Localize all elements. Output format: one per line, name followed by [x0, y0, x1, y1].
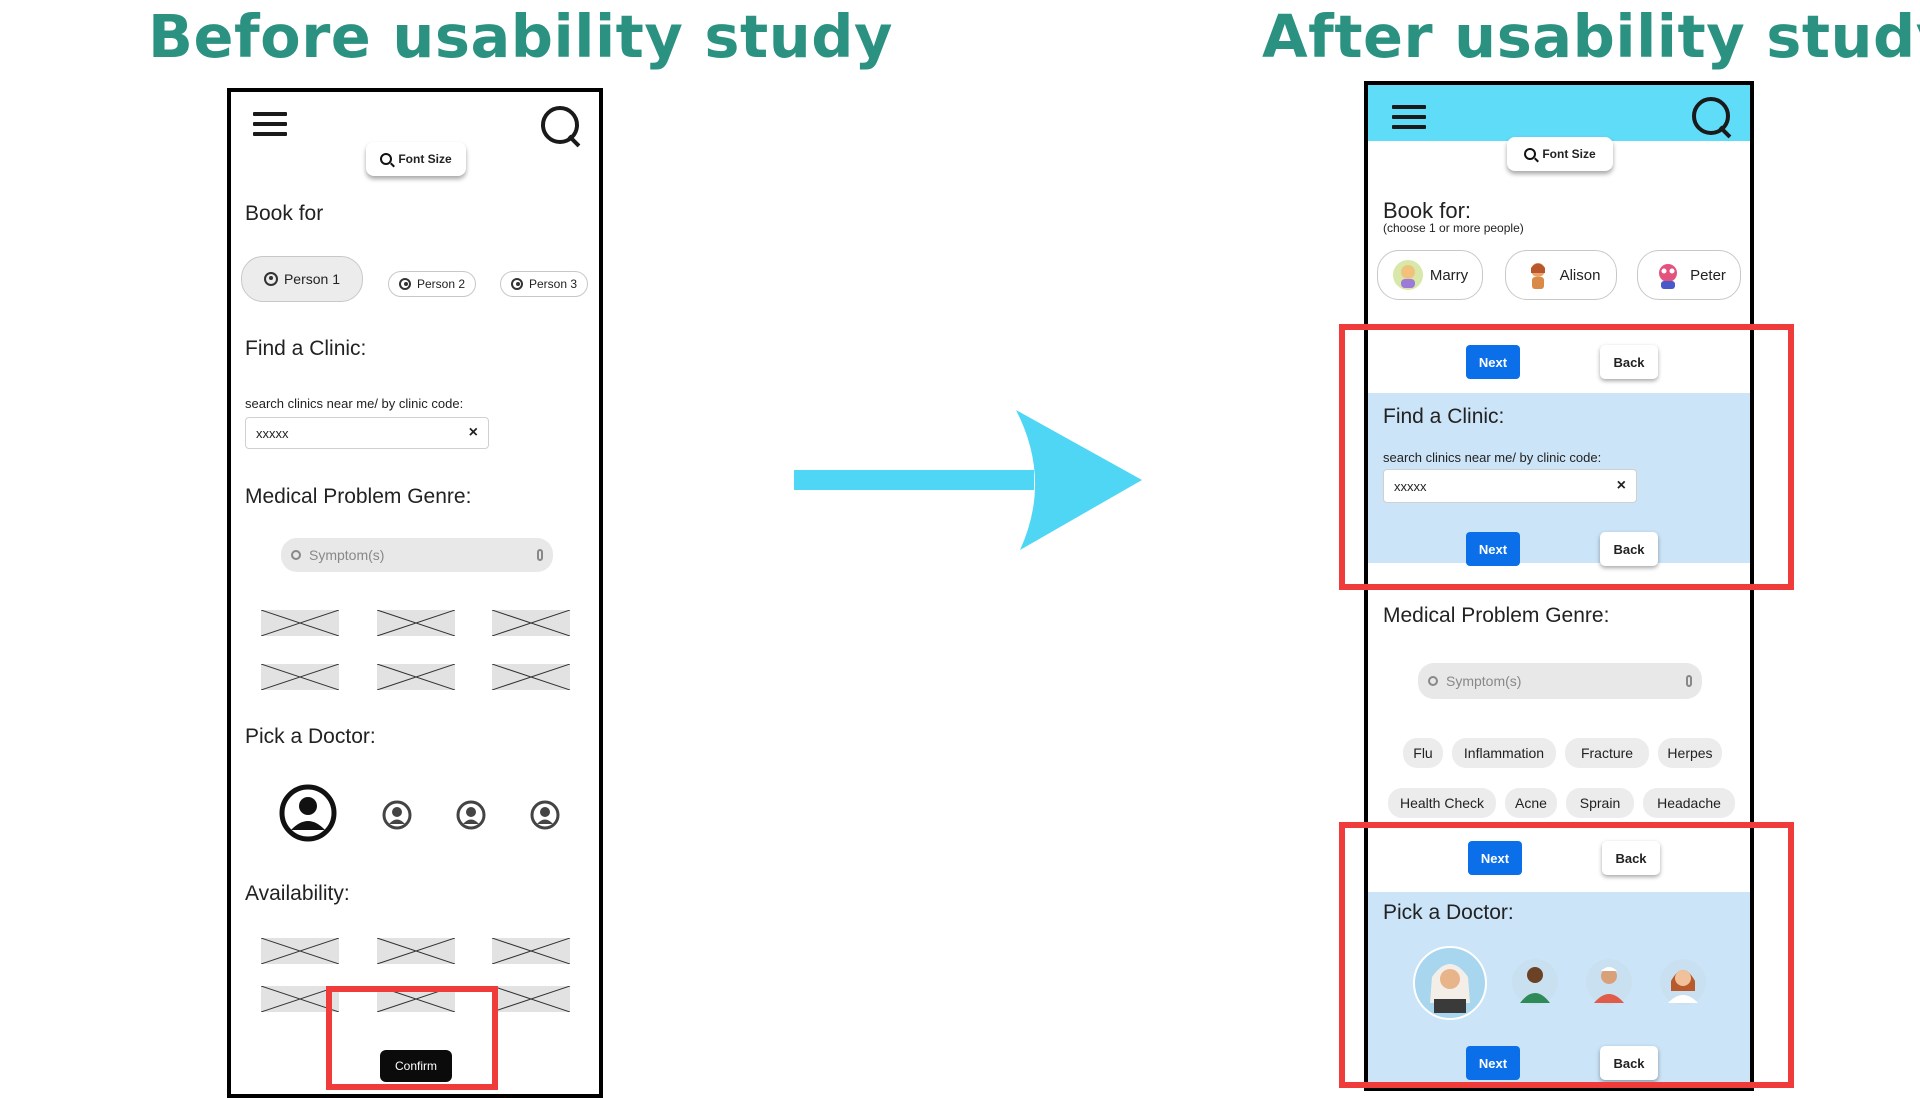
person-3-pill[interactable]: Person 3	[500, 271, 588, 297]
image-placeholder-icon	[492, 664, 570, 690]
marry-avatar	[1392, 260, 1423, 290]
alison-avatar	[1530, 263, 1545, 289]
hamburger-menu-icon[interactable]	[1392, 105, 1426, 129]
image-placeholder-icon	[261, 664, 339, 690]
person-alison-pill[interactable]: Alison	[1505, 250, 1617, 300]
doctor-4-user-icon[interactable]	[530, 800, 560, 830]
clinic-search-label: search clinics near me/ by clinic code:	[245, 396, 464, 411]
mic-icon[interactable]	[537, 549, 543, 561]
doctor-2-user-icon[interactable]	[382, 800, 412, 830]
person-2-pill[interactable]: Person 2	[388, 271, 476, 297]
availability-title: Availability:	[245, 882, 350, 905]
user-icon	[263, 272, 278, 286]
user-icon	[510, 278, 523, 290]
genre-chip-fracture[interactable]: Fracture	[1565, 738, 1649, 768]
font-size-label: Font Size	[1542, 147, 1596, 161]
clinic-search-input[interactable]: xxxxx ×	[245, 417, 489, 449]
image-placeholder-icon	[492, 938, 570, 964]
doctor-section-highlight-box	[1339, 822, 1794, 1088]
person-alison-label: Alison	[1559, 266, 1601, 284]
image-placeholder-icon	[492, 610, 570, 636]
doctor-3-user-icon[interactable]	[456, 800, 486, 830]
clear-icon[interactable]: ×	[469, 424, 478, 442]
symptom-search-input[interactable]: Symptom(s)	[1418, 663, 1702, 699]
person-1-label: Person 1	[283, 271, 341, 287]
confirm-highlight-box	[326, 986, 498, 1090]
person-peter-label: Peter	[1690, 266, 1726, 284]
genre-chip-health-check[interactable]: Health Check	[1388, 788, 1496, 818]
image-placeholder-icon	[377, 610, 455, 636]
font-size-button[interactable]: Font Size	[366, 142, 466, 176]
before-heading: Before usability study	[148, 2, 893, 71]
zoom-icon	[1524, 148, 1537, 160]
person-2-label: Person 2	[416, 277, 466, 291]
symptom-placeholder: Symptom(s)	[309, 547, 385, 563]
medical-genre-title: Medical Problem Genre:	[245, 485, 472, 508]
font-size-button[interactable]: Font Size	[1507, 137, 1613, 171]
symptom-placeholder: Symptom(s)	[1446, 673, 1522, 689]
book-for-title: Book for	[245, 202, 324, 225]
peter-avatar	[1659, 264, 1678, 289]
person-3-label: Person 3	[528, 277, 578, 291]
person-1-pill[interactable]: Person 1	[241, 256, 363, 302]
image-placeholder-icon	[492, 986, 570, 1012]
search-icon	[1428, 676, 1438, 686]
book-for-subtitle: (choose 1 or more people)	[1383, 221, 1524, 235]
search-icon	[291, 550, 301, 560]
person-marry-label: Marry	[1429, 266, 1469, 284]
genre-chip-headache[interactable]: Headache	[1643, 788, 1735, 818]
genre-chip-sprain[interactable]: Sprain	[1566, 788, 1634, 818]
zoom-icon	[380, 153, 393, 165]
hamburger-menu-icon[interactable]	[253, 112, 287, 136]
doctor-1-user-icon[interactable]	[279, 784, 337, 842]
genre-chip-herpes[interactable]: Herpes	[1658, 738, 1722, 768]
user-icon	[398, 278, 411, 290]
before-phone-frame: Font Size Book for Person 1 Person 2 Per…	[227, 88, 603, 1098]
find-clinic-title: Find a Clinic:	[245, 337, 367, 360]
genre-chip-flu[interactable]: Flu	[1403, 738, 1443, 768]
medical-genre-title: Medical Problem Genre:	[1383, 604, 1610, 627]
image-placeholder-icon	[261, 610, 339, 636]
image-placeholder-icon	[377, 664, 455, 690]
image-placeholder-icon	[261, 938, 339, 964]
font-size-label: Font Size	[398, 152, 452, 166]
mic-icon[interactable]	[1686, 675, 1692, 687]
clinic-input-value: xxxxx	[256, 425, 289, 441]
genre-chip-acne[interactable]: Acne	[1505, 788, 1557, 818]
symptom-search-input[interactable]: Symptom(s)	[281, 538, 553, 572]
after-heading: After usability study	[1262, 2, 1920, 71]
genre-chip-inflammation[interactable]: Inflammation	[1452, 738, 1556, 768]
image-placeholder-icon	[377, 938, 455, 964]
clinic-section-highlight-box	[1339, 324, 1794, 590]
person-peter-pill[interactable]: Peter	[1637, 250, 1741, 300]
person-marry-pill[interactable]: Marry	[1377, 250, 1483, 300]
arrow-right-icon	[794, 410, 1142, 550]
pick-doctor-title: Pick a Doctor:	[245, 725, 376, 748]
